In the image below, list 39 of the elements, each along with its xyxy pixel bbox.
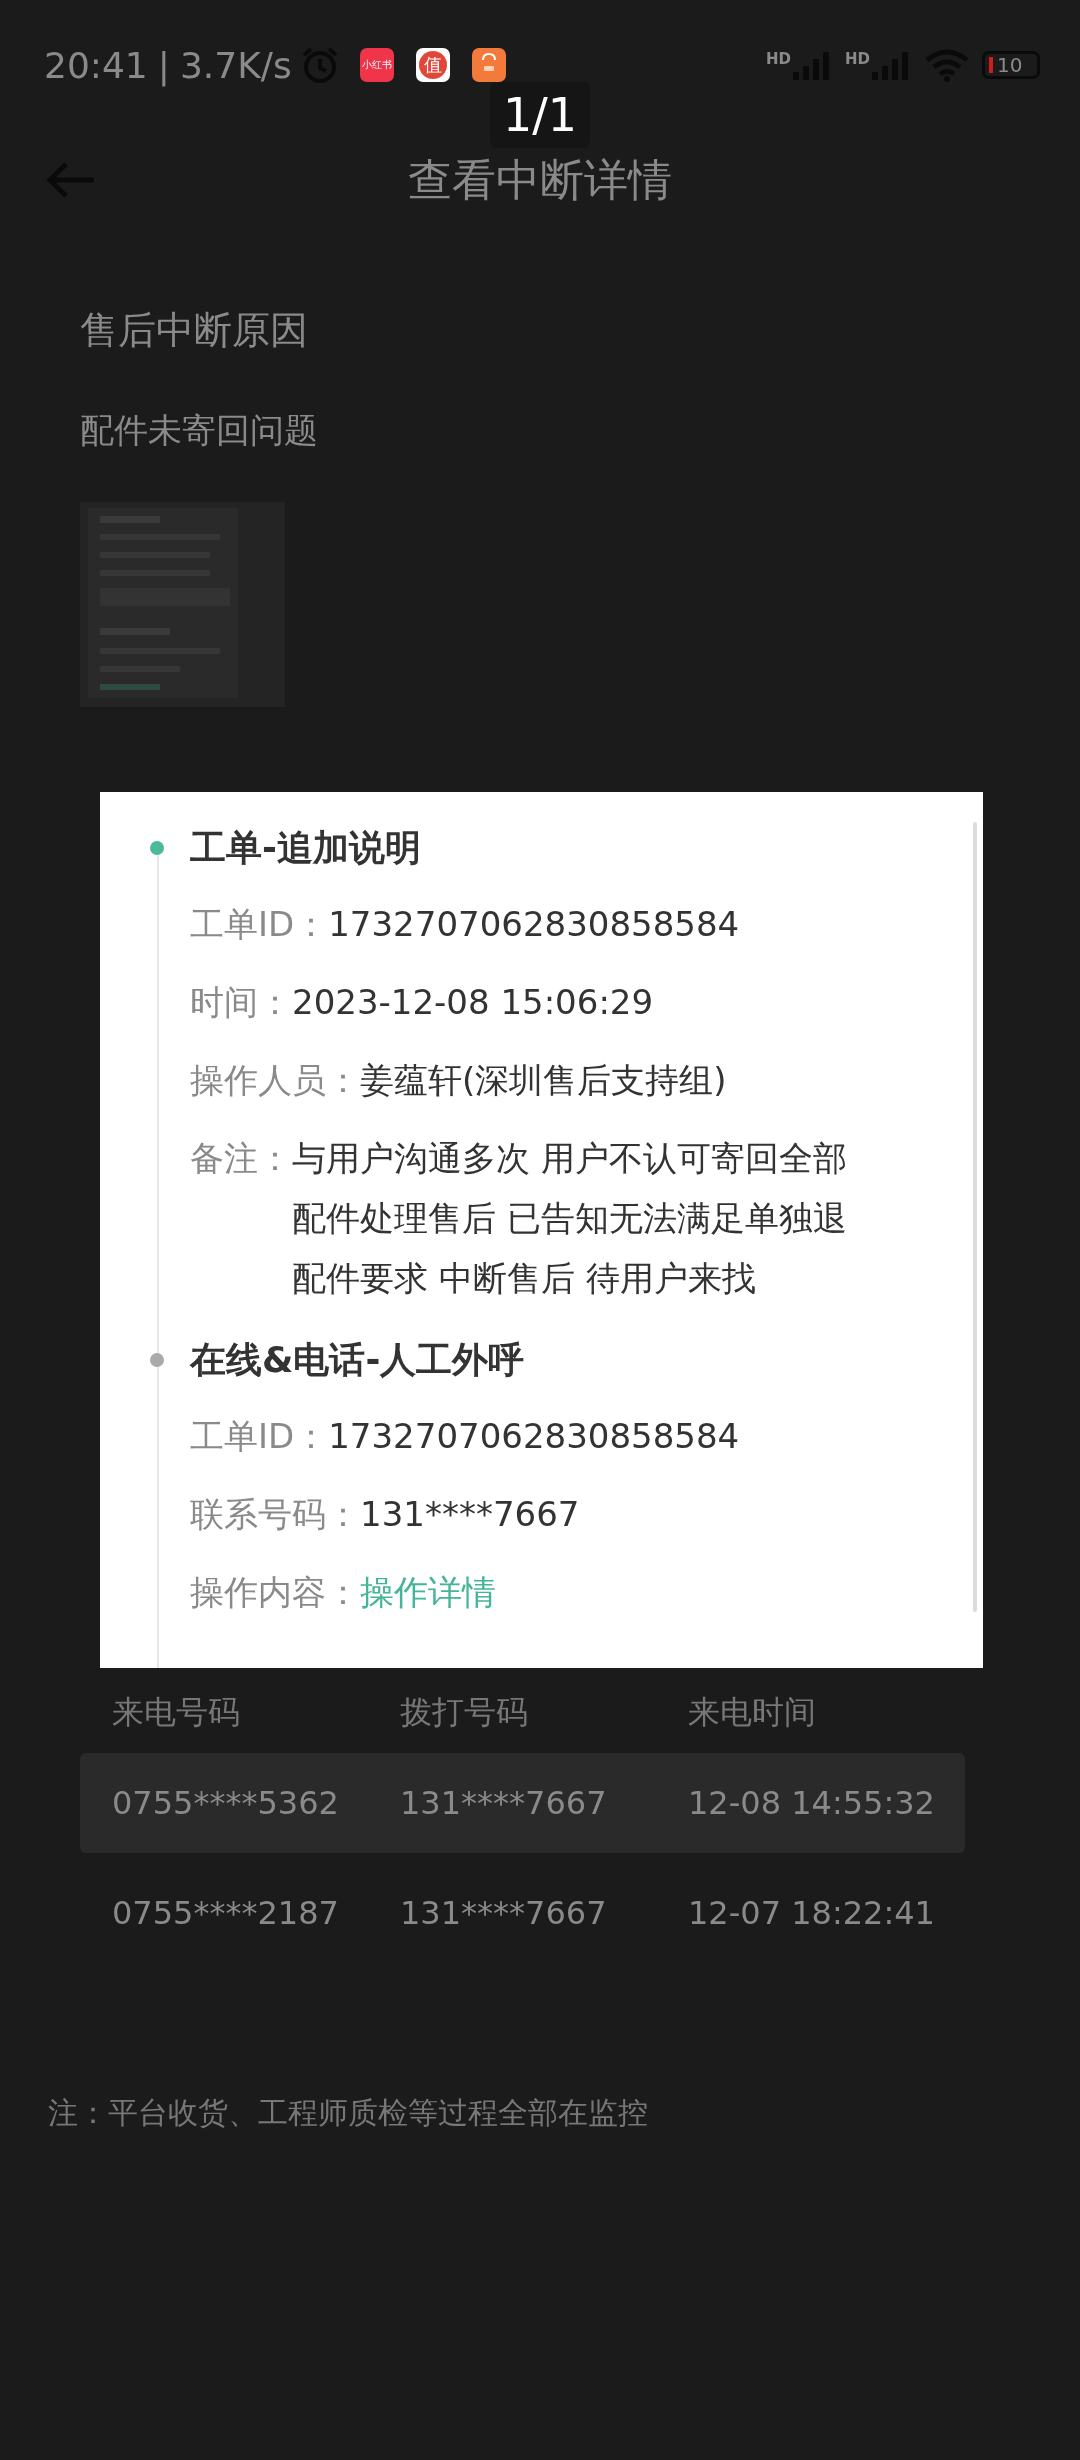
field-value: 姜蕴轩(深圳售后支持组) xyxy=(360,1059,728,1102)
separator-text: | xyxy=(157,44,170,86)
field-label: 操作人员： xyxy=(190,1059,360,1102)
entry-title: 在线&电话-人工外呼 xyxy=(190,1338,526,1382)
table-cell-text: 12-08 14:55:32 xyxy=(688,1784,936,1822)
field-label: 工单ID： xyxy=(190,903,329,946)
battery-percent: 10 xyxy=(997,53,1023,77)
reason-text: 配件未寄回问题 xyxy=(80,409,318,452)
app-icon: 小红书 xyxy=(359,48,394,82)
field-label: 备注： xyxy=(190,1137,292,1180)
field-label: 操作内容： xyxy=(190,1571,360,1614)
table-cell-text: 12-07 18:22:41 xyxy=(688,1894,936,1932)
page-counter: 1/1 xyxy=(490,82,590,148)
hd-label: HD xyxy=(765,50,791,68)
network-speed: 3.7K/s xyxy=(179,44,292,86)
field-label: 时间： xyxy=(190,981,292,1024)
app-logo-text: 值 xyxy=(418,51,447,79)
field-value: 1732707062830858584 xyxy=(328,903,741,946)
bag-icon xyxy=(471,48,506,82)
table-cell-text: 131****7667 xyxy=(400,1894,608,1932)
table-cell-text: 0755****5362 xyxy=(112,1784,340,1822)
page-title: 查看中断详情 xyxy=(408,152,672,207)
column-header: 来电号码 xyxy=(112,1692,241,1733)
column-header: 来电时间 xyxy=(688,1692,817,1733)
section-title: 售后中断原因 xyxy=(80,307,308,354)
field-value: 1732707062830858584 xyxy=(328,1415,741,1458)
field-value: 2023-12-08 15:06:29 xyxy=(292,981,655,1024)
field-label: 工单ID： xyxy=(190,1415,329,1458)
field-label: 联系号码： xyxy=(190,1493,360,1536)
detail-link[interactable]: 操作详情 xyxy=(360,1562,496,1622)
table-cell-text: 131****7667 xyxy=(400,1784,608,1822)
entry-title: 工单-追加说明 xyxy=(190,826,422,870)
hd-label: HD xyxy=(845,50,870,68)
column-header: 拨打号码 xyxy=(400,1692,529,1733)
clock-time: 20:41 xyxy=(44,44,148,86)
field-value: 131****7667 xyxy=(360,1493,581,1536)
field-value: 与用户沟通多次 用户不认可寄回全部配件处理售后 已告知无法满足单独退配件要求 中断售后 待用户来找 xyxy=(292,1137,848,1300)
table-cell-text: 0755****2187 xyxy=(112,1894,340,1932)
footnote: 注：平台收货、工程师质检等过程全部在监控 xyxy=(48,2094,648,2132)
